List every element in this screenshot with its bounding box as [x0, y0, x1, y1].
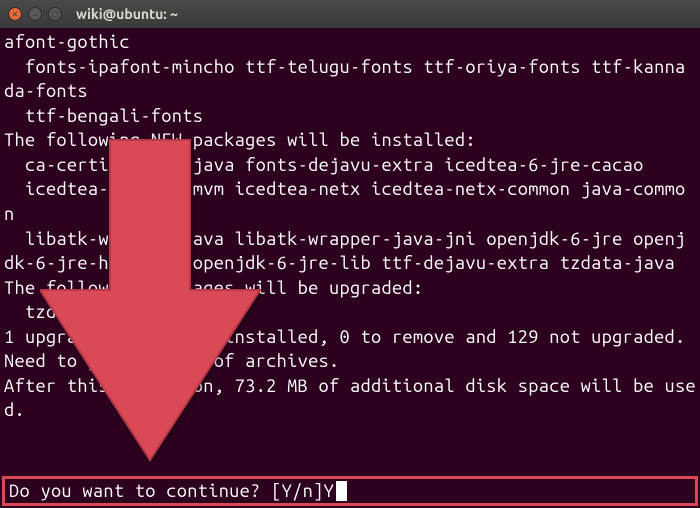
close-icon[interactable]: ✕: [8, 7, 22, 21]
minimize-icon[interactable]: −: [28, 7, 42, 21]
prompt-question: Do you want to continue? [Y/n]: [9, 481, 324, 501]
prompt-input[interactable]: Y: [324, 481, 335, 501]
terminal-output[interactable]: afont-gothic fonts-ipafont-mincho ttf-te…: [0, 28, 700, 425]
continue-prompt[interactable]: Do you want to continue? [Y/n] Y: [2, 476, 698, 506]
window-title: wiki@ubuntu: ~: [76, 6, 178, 22]
text-cursor: [336, 481, 347, 501]
maximize-icon[interactable]: ▢: [48, 7, 62, 21]
window-titlebar: ✕ − ▢ wiki@ubuntu: ~: [0, 0, 700, 28]
